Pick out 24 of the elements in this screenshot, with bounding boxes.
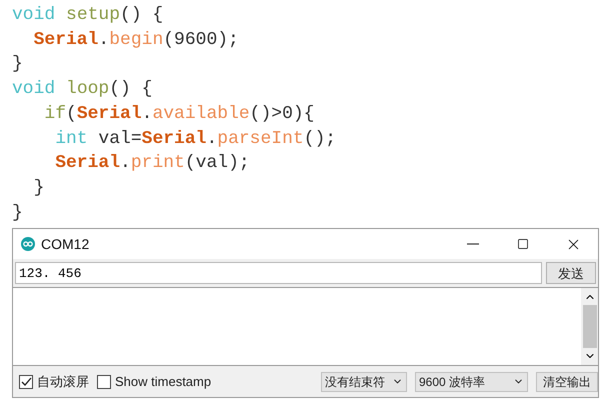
scrollbar-thumb[interactable] xyxy=(582,305,596,348)
send-button[interactable]: 发送 xyxy=(546,262,596,284)
checkbox[interactable] xyxy=(97,374,111,389)
line-ending-dropdown[interactable]: 没有结束符 xyxy=(321,372,407,392)
input-field[interactable]: 123. 456 xyxy=(15,262,542,284)
code-line: Serial.begin(9600); xyxy=(32,28,239,52)
code-line: int val=Serial.parseInt(); xyxy=(54,128,336,151)
app-icon xyxy=(21,237,35,252)
maximize-icon xyxy=(517,238,529,250)
minimize-icon xyxy=(467,243,479,246)
baud-rate-dropdown[interactable]: 9600 波特率 xyxy=(415,372,528,392)
code-line: void loop() { xyxy=(12,78,152,102)
checkbox-label: 自动滚屏 xyxy=(37,373,89,392)
code-line: void setup() { xyxy=(12,4,164,27)
code-line: if(Serial.available()>0){ xyxy=(43,102,314,126)
window-title: COM12 xyxy=(41,234,90,254)
clear-output-button[interactable]: 清空输出 xyxy=(536,372,598,392)
code-line: Serial.print(val); xyxy=(54,152,250,176)
checkbox-label: Show timestamp xyxy=(115,373,212,392)
scrollbar[interactable] xyxy=(581,288,598,366)
checkbox[interactable] xyxy=(19,374,33,389)
code-line: } xyxy=(12,53,23,76)
code-line: } xyxy=(12,202,23,225)
code-line: } xyxy=(32,176,44,200)
